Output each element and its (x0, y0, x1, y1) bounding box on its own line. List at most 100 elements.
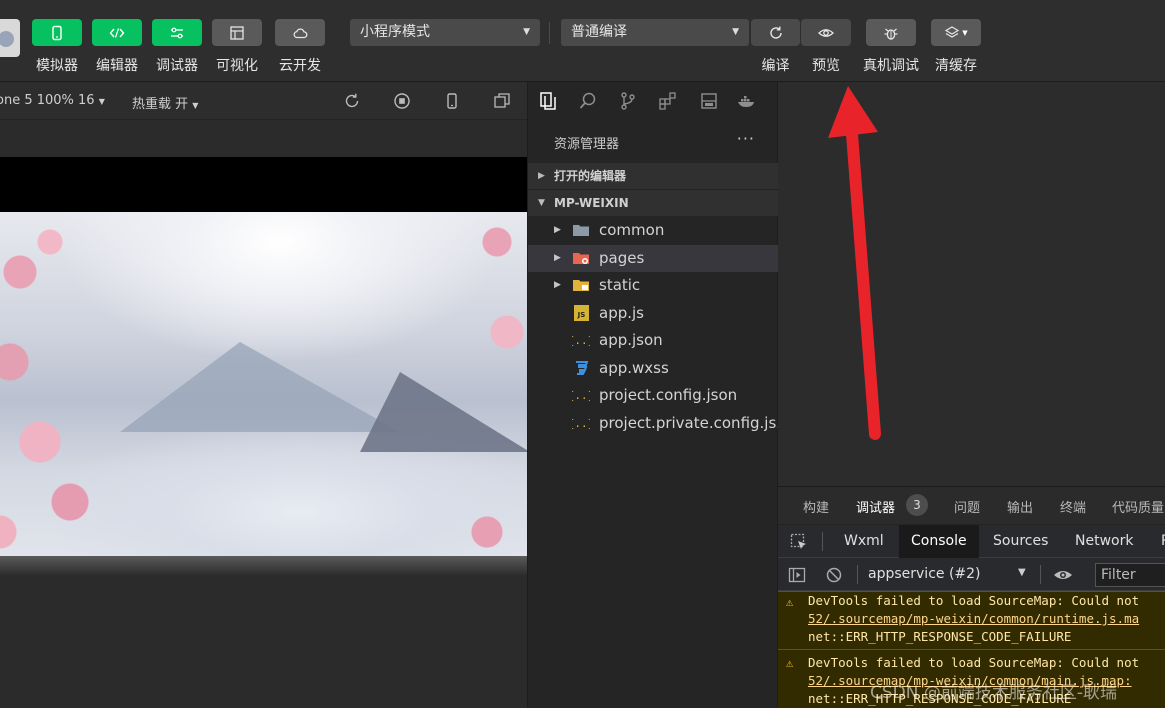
annotation-arrow (828, 86, 881, 440)
explorer-title: 资源管理器 (554, 137, 620, 152)
svg-text:{..}: {..} (572, 389, 590, 402)
source-control-icon[interactable] (618, 91, 638, 111)
hot-reload-value: 热重载 开 (132, 97, 189, 112)
pages-folder-icon (573, 253, 589, 264)
chevron-right-icon: ▶ (554, 225, 561, 235)
bug-icon (884, 28, 898, 40)
tree-item-app-json[interactable]: {..} app.json (528, 327, 779, 354)
divider (822, 532, 823, 551)
chevron-down-icon: ▼ (962, 28, 968, 37)
mode-select[interactable]: 小程序模式 ▼ (350, 19, 540, 46)
detach-window-icon[interactable] (493, 92, 511, 110)
debugger-label: 调试器 (156, 58, 198, 74)
warning-text: DevTools failed to load SourceMap: Could… (808, 655, 1140, 670)
refresh-icon (769, 26, 782, 39)
open-editors-section[interactable]: ▶ 打开的编辑器 (528, 163, 779, 189)
tab-console[interactable]: Console (899, 525, 979, 558)
watermark: CSDN @前端技术服务社区-耿瑞 (870, 683, 1118, 703)
svg-text:JS: JS (577, 311, 586, 319)
preview-button[interactable] (801, 19, 851, 46)
debugger-button[interactable] (152, 19, 202, 46)
tree-item-pages[interactable]: ▶ pages (528, 245, 779, 272)
device-select-value: one 5 100% 16 (0, 93, 95, 108)
console-warning-message: ⚠ DevTools failed to load SourceMap: Cou… (778, 591, 1165, 649)
wechat-devtools-window: 模拟器 编辑器 调试器 可视化 云开发 小程序模式 ▼ 普通编译 ▼ 编译 预览… (0, 0, 1165, 708)
mountain-shape (120, 342, 400, 432)
hot-reload-select[interactable]: 热重载 开 ▼ (132, 93, 198, 112)
compile-mode-value: 普通编译 (571, 24, 627, 40)
tab-more[interactable]: P (1149, 525, 1165, 558)
editor-label: 编辑器 (96, 58, 138, 74)
simulator-button[interactable] (32, 19, 82, 46)
chevron-right-icon: ▶ (538, 171, 545, 181)
tab-terminal[interactable]: 终端 (1060, 497, 1086, 516)
tree-item-static[interactable]: ▶ static (528, 272, 779, 299)
clear-console-icon[interactable] (825, 566, 843, 584)
search-icon[interactable] (578, 91, 598, 111)
tab-sources[interactable]: Sources (981, 525, 1060, 558)
svg-text:{..}: {..} (572, 417, 590, 430)
simulator-navbar (0, 157, 527, 212)
storage-icon[interactable] (699, 91, 719, 111)
json-file-icon: {..} (572, 389, 590, 402)
devtools-panel: 构建 调试器 3 问题 输出 终端 代码质量 Wxml Console Sour… (778, 486, 1165, 708)
clear-cache-label: 清缓存 (935, 58, 977, 74)
editor-button[interactable] (92, 19, 142, 46)
phone-icon[interactable] (443, 92, 461, 110)
tree-item-label: app.wxss (599, 359, 669, 377)
tree-item-project-config[interactable]: {..} project.config.json (528, 382, 779, 409)
device-select[interactable]: one 5 100% 16 ▼ (0, 93, 105, 108)
real-device-debug-button[interactable] (866, 19, 916, 46)
tree-item-project-private-config[interactable]: {..} project.private.config.js... (528, 410, 791, 437)
eye-icon (818, 28, 834, 37)
inspect-element-icon[interactable] (790, 533, 808, 551)
tab-network[interactable]: Network (1063, 525, 1145, 558)
tree-item-app-wxss[interactable]: app.wxss (528, 355, 779, 382)
more-actions-icon[interactable]: ··· (737, 129, 755, 148)
chevron-down-icon: ▼ (523, 27, 530, 37)
tab-debugger[interactable]: 调试器 (856, 497, 895, 516)
divider (1040, 565, 1041, 584)
tree-item-common[interactable]: ▶ common (528, 217, 779, 244)
project-section[interactable]: ▼ MP-WEIXIN (528, 190, 779, 216)
compile-button[interactable] (751, 19, 800, 46)
visual-button[interactable] (212, 19, 262, 46)
sidebar-toggle-icon[interactable] (788, 566, 806, 584)
tree-item-label: app.js (599, 304, 644, 322)
avatar[interactable] (0, 19, 20, 57)
folder-icon (573, 225, 589, 236)
eye-icon[interactable] (1053, 566, 1073, 584)
tab-wxml[interactable]: Wxml (832, 525, 896, 558)
tree-item-label: common (599, 221, 665, 239)
tab-code-quality[interactable]: 代码质量 (1112, 497, 1164, 516)
stop-icon[interactable] (393, 92, 411, 110)
divider (549, 22, 550, 44)
chevron-down-icon: ▼ (1018, 567, 1026, 578)
warning-text: DevTools failed to load SourceMap: Could… (808, 593, 1140, 608)
compile-mode-select[interactable]: 普通编译 ▼ (561, 19, 749, 46)
chevron-down-icon: ▼ (538, 198, 545, 208)
tab-problems[interactable]: 问题 (954, 497, 980, 516)
context-select[interactable]: appservice (#2) (868, 566, 981, 582)
tab-build[interactable]: 构建 (803, 497, 829, 516)
cloud-button[interactable] (275, 19, 325, 46)
css-file-icon (576, 361, 589, 375)
clear-cache-button[interactable]: ▼ (931, 19, 981, 46)
tab-output[interactable]: 输出 (1007, 497, 1033, 516)
tree-item-label: project.private.config.js... (599, 414, 791, 432)
cloud-icon (293, 28, 308, 38)
compile-label: 编译 (761, 58, 790, 74)
rotate-icon[interactable] (343, 92, 361, 110)
extensions-icon[interactable] (658, 91, 678, 111)
debug-sliders-icon (171, 27, 183, 38)
docker-icon[interactable] (737, 91, 757, 111)
sourcemap-link[interactable]: 52/.sourcemap/mp-weixin/common/runtime.j… (808, 611, 1139, 626)
explorer-icon[interactable] (538, 91, 558, 111)
chevron-down-icon: ▼ (98, 97, 105, 106)
warning-error-code: net::ERR_HTTP_RESPONSE_CODE_FAILURE (808, 629, 1072, 644)
tree-item-app-js[interactable]: JS app.js (528, 300, 779, 327)
tree-item-label: project.config.json (599, 386, 738, 404)
js-file-icon: JS (574, 305, 589, 321)
activity-bar (528, 82, 779, 120)
filter-input[interactable]: Filter (1095, 563, 1165, 587)
